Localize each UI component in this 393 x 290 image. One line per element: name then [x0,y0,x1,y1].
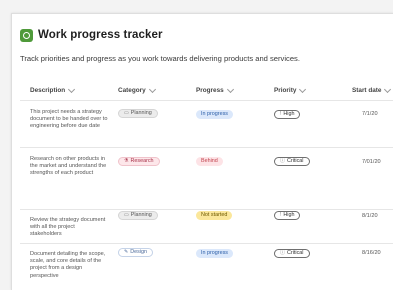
calendar-icon: ▭ [124,110,129,116]
tracker-card: Work progress tracker Track priorities a… [11,13,393,290]
category-label: Planning [130,110,152,116]
category-tag[interactable]: ✎ Design [118,248,153,257]
column-header-label: Category [118,87,146,94]
row-description: This project needs a strategy document t… [30,109,108,130]
column-header-label: Start date [352,87,382,94]
alert-circle-icon: ⓘ [280,158,286,164]
priority-tag[interactable]: ! High [274,110,301,119]
screen: Work progress tracker Track priorities a… [0,0,393,290]
flask-icon: ⚗ [124,158,129,164]
category-label: Research [130,158,154,164]
column-header-label: Description [30,87,66,94]
category-label: Design [130,249,147,255]
column-header-label: Progress [196,87,224,94]
header-divider [20,100,393,101]
progress-status[interactable]: In progress [196,249,233,258]
chevron-down-icon [299,85,307,93]
progress-status[interactable]: In progress [196,110,233,119]
exclamation-icon: ! [280,212,282,218]
pencil-icon: ✎ [124,249,129,255]
column-header-progress[interactable]: Progress [196,85,234,94]
app-subtitle: Track priorities and progress as you wor… [20,54,300,63]
alert-circle-icon: ⓘ [280,250,286,256]
progress-status[interactable]: Behind [196,157,223,166]
start-date: 7/1/20 [362,111,378,117]
priority-label: Critical [287,250,304,256]
column-header-description[interactable]: Description [30,85,76,94]
start-date: 8/16/20 [362,250,381,256]
row-divider [20,243,393,244]
column-header-start-date[interactable]: Start date [352,85,392,94]
column-header-priority[interactable]: Priority [274,85,307,94]
column-header-label: Priority [274,87,297,94]
chevron-down-icon [68,85,76,93]
chevron-down-icon [384,85,392,93]
progress-status[interactable]: Not started [196,211,233,220]
chevron-down-icon [226,85,234,93]
calendar-icon: ▭ [124,212,129,218]
row-divider [20,147,393,148]
priority-tag[interactable]: ⓘ Critical [274,157,310,166]
category-tag[interactable]: ⚗ Research [118,157,160,166]
category-label: Planning [130,212,152,218]
title-row: Work progress tracker [20,27,163,43]
category-tag[interactable]: ▭ Planning [118,211,158,220]
category-tag[interactable]: ▭ Planning [118,109,158,118]
start-date: 7/01/20 [362,159,381,165]
app-logo-icon [20,28,33,42]
priority-label: High [283,212,295,218]
column-header-category[interactable]: Category [118,85,156,94]
priority-label: Critical [287,158,304,164]
row-description: Review the strategy document with all th… [30,217,106,238]
start-date: 8/1/20 [362,213,378,219]
priority-tag[interactable]: ! High [274,211,301,220]
app-title: Work progress tracker [38,29,163,41]
row-description: Research on other products in the market… [30,156,107,177]
row-divider [20,209,393,210]
priority-tag[interactable]: ⓘ Critical [274,249,310,258]
chevron-down-icon [148,85,156,93]
exclamation-icon: ! [280,111,282,117]
priority-label: High [283,111,295,117]
row-description: Document detailing the scope, scale, and… [30,251,106,279]
